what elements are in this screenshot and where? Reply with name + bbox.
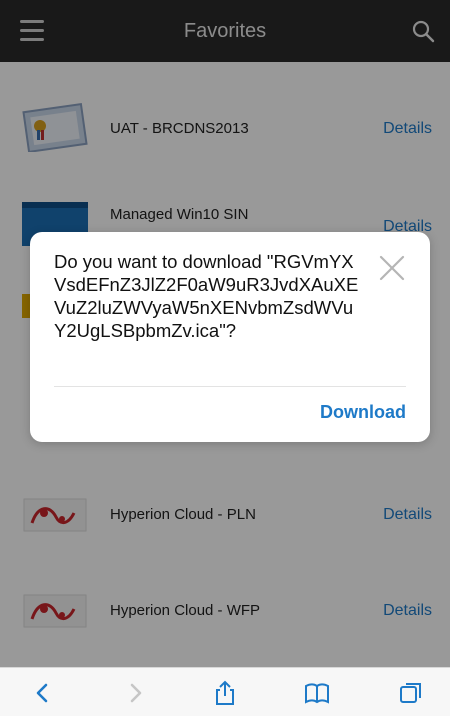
back-icon[interactable] [30,680,56,706]
close-icon[interactable] [378,254,406,282]
browser-toolbar [0,667,450,716]
download-message: Do you want to download "RGVmYXVsdEFnZ3J… [54,251,359,341]
download-button[interactable]: Download [320,402,406,423]
bookmarks-icon[interactable] [304,680,330,706]
tabs-icon[interactable] [398,680,424,706]
download-dialog: Do you want to download "RGVmYXVsdEFnZ3J… [30,232,430,442]
forward-icon[interactable] [122,680,148,706]
share-icon[interactable] [212,680,238,706]
dialog-divider [54,386,406,387]
